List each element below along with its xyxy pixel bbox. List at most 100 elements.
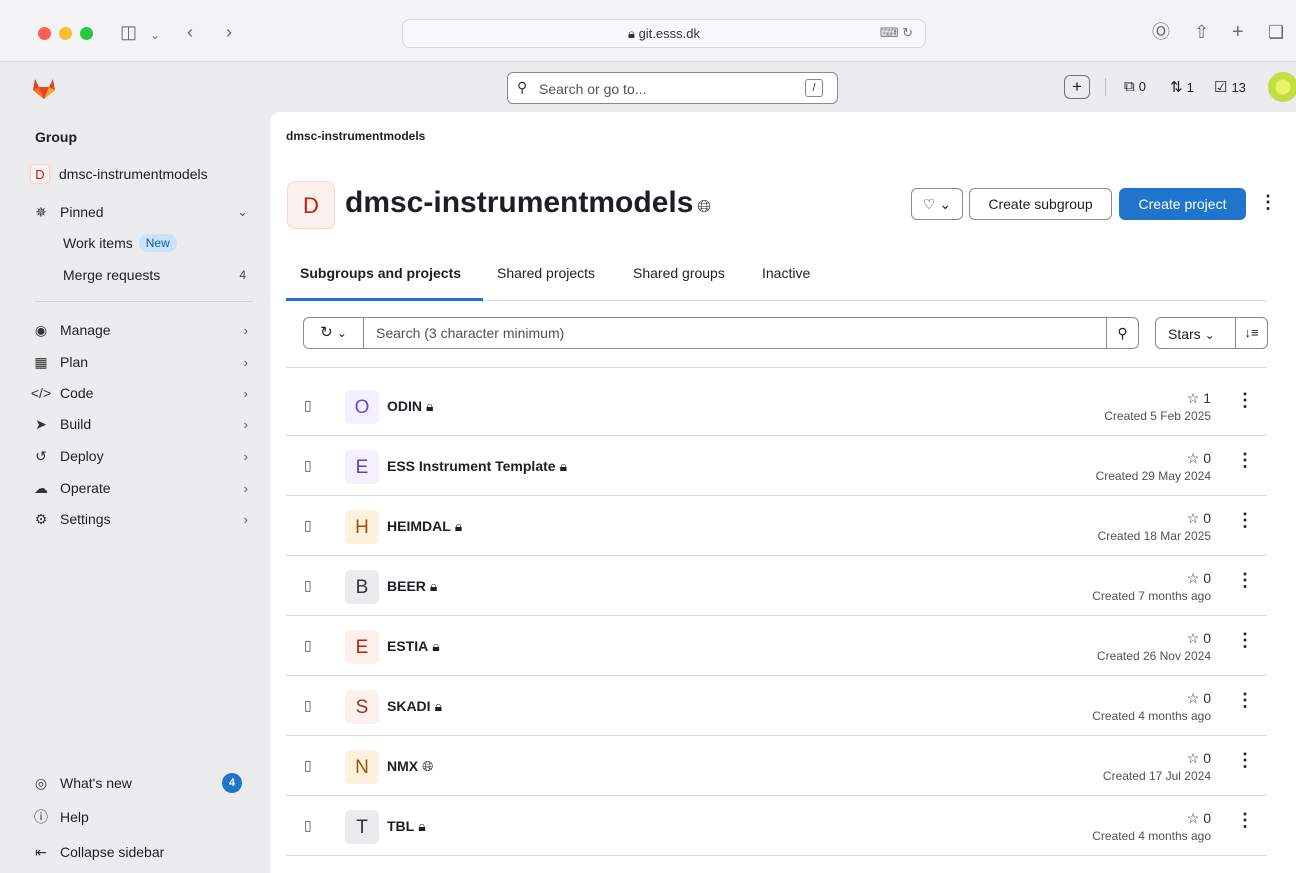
sidebar-group-link[interactable]: D dmsc-instrumentmodels xyxy=(30,159,256,189)
star-count[interactable]: ☆ 0 xyxy=(1187,510,1211,527)
sidebar-item-plan[interactable]: ▦ Plan › xyxy=(30,347,256,377)
project-row[interactable]: ▯ T TBL 🔒︎ ☆ 0 Created 4 months ago ⋮ xyxy=(286,796,1267,856)
collapse-sidebar-button[interactable]: ⇤ Collapse sidebar xyxy=(30,837,256,867)
tab-shared-projects[interactable]: Shared projects xyxy=(497,265,595,281)
sidebar-item-operate[interactable]: ☁︎ Operate › xyxy=(30,473,256,503)
sidebar-item-settings[interactable]: ⚙︎ Settings › xyxy=(30,504,256,534)
gitlab-logo-icon[interactable] xyxy=(30,76,58,100)
sidebar-item-code[interactable]: </> Code › xyxy=(30,378,256,408)
project-row[interactable]: ▯ H HEIMDAL 🔒︎ ☆ 0 Created 18 Mar 2025 ⋮ xyxy=(286,496,1267,556)
project-avatar: H xyxy=(345,510,379,544)
user-avatar[interactable] xyxy=(1268,72,1296,102)
tab-shared-groups[interactable]: Shared groups xyxy=(633,265,725,281)
sort-descending-icon: ↓≡ xyxy=(1244,325,1259,340)
downloads-icon[interactable]: Ⓞ xyxy=(1152,21,1170,43)
sort-dropdown[interactable]: Stars ⌄ xyxy=(1168,326,1215,342)
star-count[interactable]: ☆ 0 xyxy=(1187,450,1211,467)
chevron-down-icon[interactable]: ⌄ xyxy=(150,24,160,46)
star-count[interactable]: ☆ 0 xyxy=(1187,570,1211,587)
search-icon: ⚲ xyxy=(1117,325,1128,341)
sidebar-help[interactable]: ⓘ Help xyxy=(30,802,256,832)
notification-settings-button[interactable]: ♡ ⌄ xyxy=(911,188,963,220)
star-count[interactable]: ☆ 1 xyxy=(1187,390,1211,407)
sidebar-pinned-toggle[interactable]: ✵ Pinned ⌄ xyxy=(30,197,256,227)
tab-inactive[interactable]: Inactive xyxy=(762,265,810,281)
sort-direction-button[interactable]: ↓≡ xyxy=(1235,318,1267,348)
nav-label: Build xyxy=(60,416,92,432)
back-icon[interactable]: ‹ xyxy=(187,21,193,43)
project-name-link[interactable]: HEIMDAL 🔒︎ xyxy=(387,518,462,535)
translate-icon[interactable]: ⌨ ↻ xyxy=(880,25,913,41)
create-subgroup-button[interactable]: Create subgroup xyxy=(969,188,1112,220)
more-actions-icon[interactable]: ⋮ xyxy=(1236,570,1254,591)
project-row[interactable]: ▯ E ESTIA 🔒︎ ☆ 0 Created 26 Nov 2024 ⋮ xyxy=(286,616,1267,676)
new-tab-icon[interactable]: + xyxy=(1232,21,1244,43)
project-name-link[interactable]: ODIN 🔒︎ xyxy=(387,398,433,415)
breadcrumb[interactable]: dmsc-instrumentmodels xyxy=(286,129,425,143)
nav-label: Code xyxy=(60,385,94,401)
star-count[interactable]: ☆ 0 xyxy=(1187,630,1211,647)
tabs-overview-icon[interactable]: ❏ xyxy=(1268,21,1284,43)
merge-requests-count: 1 xyxy=(1186,79,1194,95)
issues-button[interactable]: ⧉ 0 xyxy=(1124,78,1146,95)
more-actions-icon[interactable]: ⋮ xyxy=(1259,192,1277,213)
project-avatar: N xyxy=(345,750,379,784)
sidebar-whats-new[interactable]: ◎ What's new 4 xyxy=(30,768,256,798)
sidebar-item-work-items[interactable]: Work items New xyxy=(63,228,256,258)
created-date: Created 4 months ago xyxy=(1092,829,1211,843)
create-new-button[interactable]: + xyxy=(1064,75,1090,99)
tab-subgroups-and-projects[interactable]: Subgroups and projects xyxy=(300,265,461,281)
globe-icon: 🌐︎ xyxy=(422,758,434,774)
sidebar-item-deploy[interactable]: ↺ Deploy › xyxy=(30,441,256,471)
more-actions-icon[interactable]: ⋮ xyxy=(1236,510,1254,531)
project-row[interactable]: ▯ N NMX 🌐︎ ☆ 0 Created 17 Jul 2024 ⋮ xyxy=(286,736,1267,796)
chevron-right-icon: › xyxy=(243,322,248,338)
address-bar[interactable]: 🔒︎ git.esss.dk ⌨ ↻ xyxy=(402,19,926,48)
chevron-right-icon: › xyxy=(243,416,248,432)
star-count[interactable]: ☆ 0 xyxy=(1187,690,1211,707)
nav-label: Settings xyxy=(60,511,111,527)
merge-requests-count: 4 xyxy=(239,268,246,282)
more-actions-icon[interactable]: ⋮ xyxy=(1236,390,1254,411)
project-search-input[interactable]: Search (3 character minimum) xyxy=(376,325,564,341)
project-icon: ▯ xyxy=(304,457,312,473)
forward-icon[interactable]: › xyxy=(226,21,232,43)
star-icon: ☆ xyxy=(1186,510,1200,526)
star-icon: ☆ xyxy=(1186,690,1200,706)
project-row[interactable]: ▯ O ODIN 🔒︎ ☆ 1 Created 5 Feb 2025 ⋮ xyxy=(286,376,1267,436)
todos-button[interactable]: ☑ 13 xyxy=(1214,78,1246,96)
active-tab-indicator xyxy=(286,298,483,301)
more-actions-icon[interactable]: ⋮ xyxy=(1236,750,1254,771)
zoom-window-button[interactable] xyxy=(80,27,93,40)
sidebar-item-merge-requests[interactable]: Merge requests 4 xyxy=(63,260,256,290)
project-name-link[interactable]: TBL 🔒︎ xyxy=(387,818,426,835)
collapse-icon: ⇤ xyxy=(35,843,47,860)
project-name-link[interactable]: ESS Instrument Template 🔒︎ xyxy=(387,458,567,475)
more-actions-icon[interactable]: ⋮ xyxy=(1236,810,1254,831)
merge-requests-button[interactable]: ⇅ 1 xyxy=(1170,78,1194,96)
lock-icon: 🔒︎ xyxy=(628,26,635,41)
recent-searches-button[interactable]: ↻ ⌄ xyxy=(304,318,364,348)
create-project-button[interactable]: Create project xyxy=(1119,188,1246,220)
minimize-window-button[interactable] xyxy=(59,27,72,40)
share-icon[interactable]: ⇧ xyxy=(1194,21,1209,43)
project-name-link[interactable]: ESTIA 🔒︎ xyxy=(387,638,440,655)
star-count[interactable]: ☆ 0 xyxy=(1187,810,1211,827)
project-row[interactable]: ▯ S SKADI 🔒︎ ☆ 0 Created 4 months ago ⋮ xyxy=(286,676,1267,736)
close-window-button[interactable] xyxy=(38,27,51,40)
global-search-input[interactable]: ⚲ Search or go to... / xyxy=(507,72,838,104)
sidebar: Group D dmsc-instrumentmodels ✵ Pinned ⌄… xyxy=(0,112,270,873)
search-button[interactable]: ⚲ xyxy=(1106,318,1138,348)
project-row[interactable]: ▯ B BEER 🔒︎ ☆ 0 Created 7 months ago ⋮ xyxy=(286,556,1267,616)
more-actions-icon[interactable]: ⋮ xyxy=(1236,450,1254,471)
project-name-link[interactable]: SKADI 🔒︎ xyxy=(387,698,442,715)
more-actions-icon[interactable]: ⋮ xyxy=(1236,690,1254,711)
more-actions-icon[interactable]: ⋮ xyxy=(1236,630,1254,651)
project-name-link[interactable]: NMX 🌐︎ xyxy=(387,758,433,775)
sidebar-item-build[interactable]: ➤ Build › xyxy=(30,409,256,439)
sidebar-item-manage[interactable]: ◉ Manage › xyxy=(30,315,256,345)
sidebar-toggle-icon[interactable]: ◫ xyxy=(120,21,137,43)
project-row[interactable]: ▯ E ESS Instrument Template 🔒︎ ☆ 0 Created 29… xyxy=(286,436,1267,496)
star-count[interactable]: ☆ 0 xyxy=(1187,750,1211,767)
project-name-link[interactable]: BEER 🔒︎ xyxy=(387,578,437,595)
